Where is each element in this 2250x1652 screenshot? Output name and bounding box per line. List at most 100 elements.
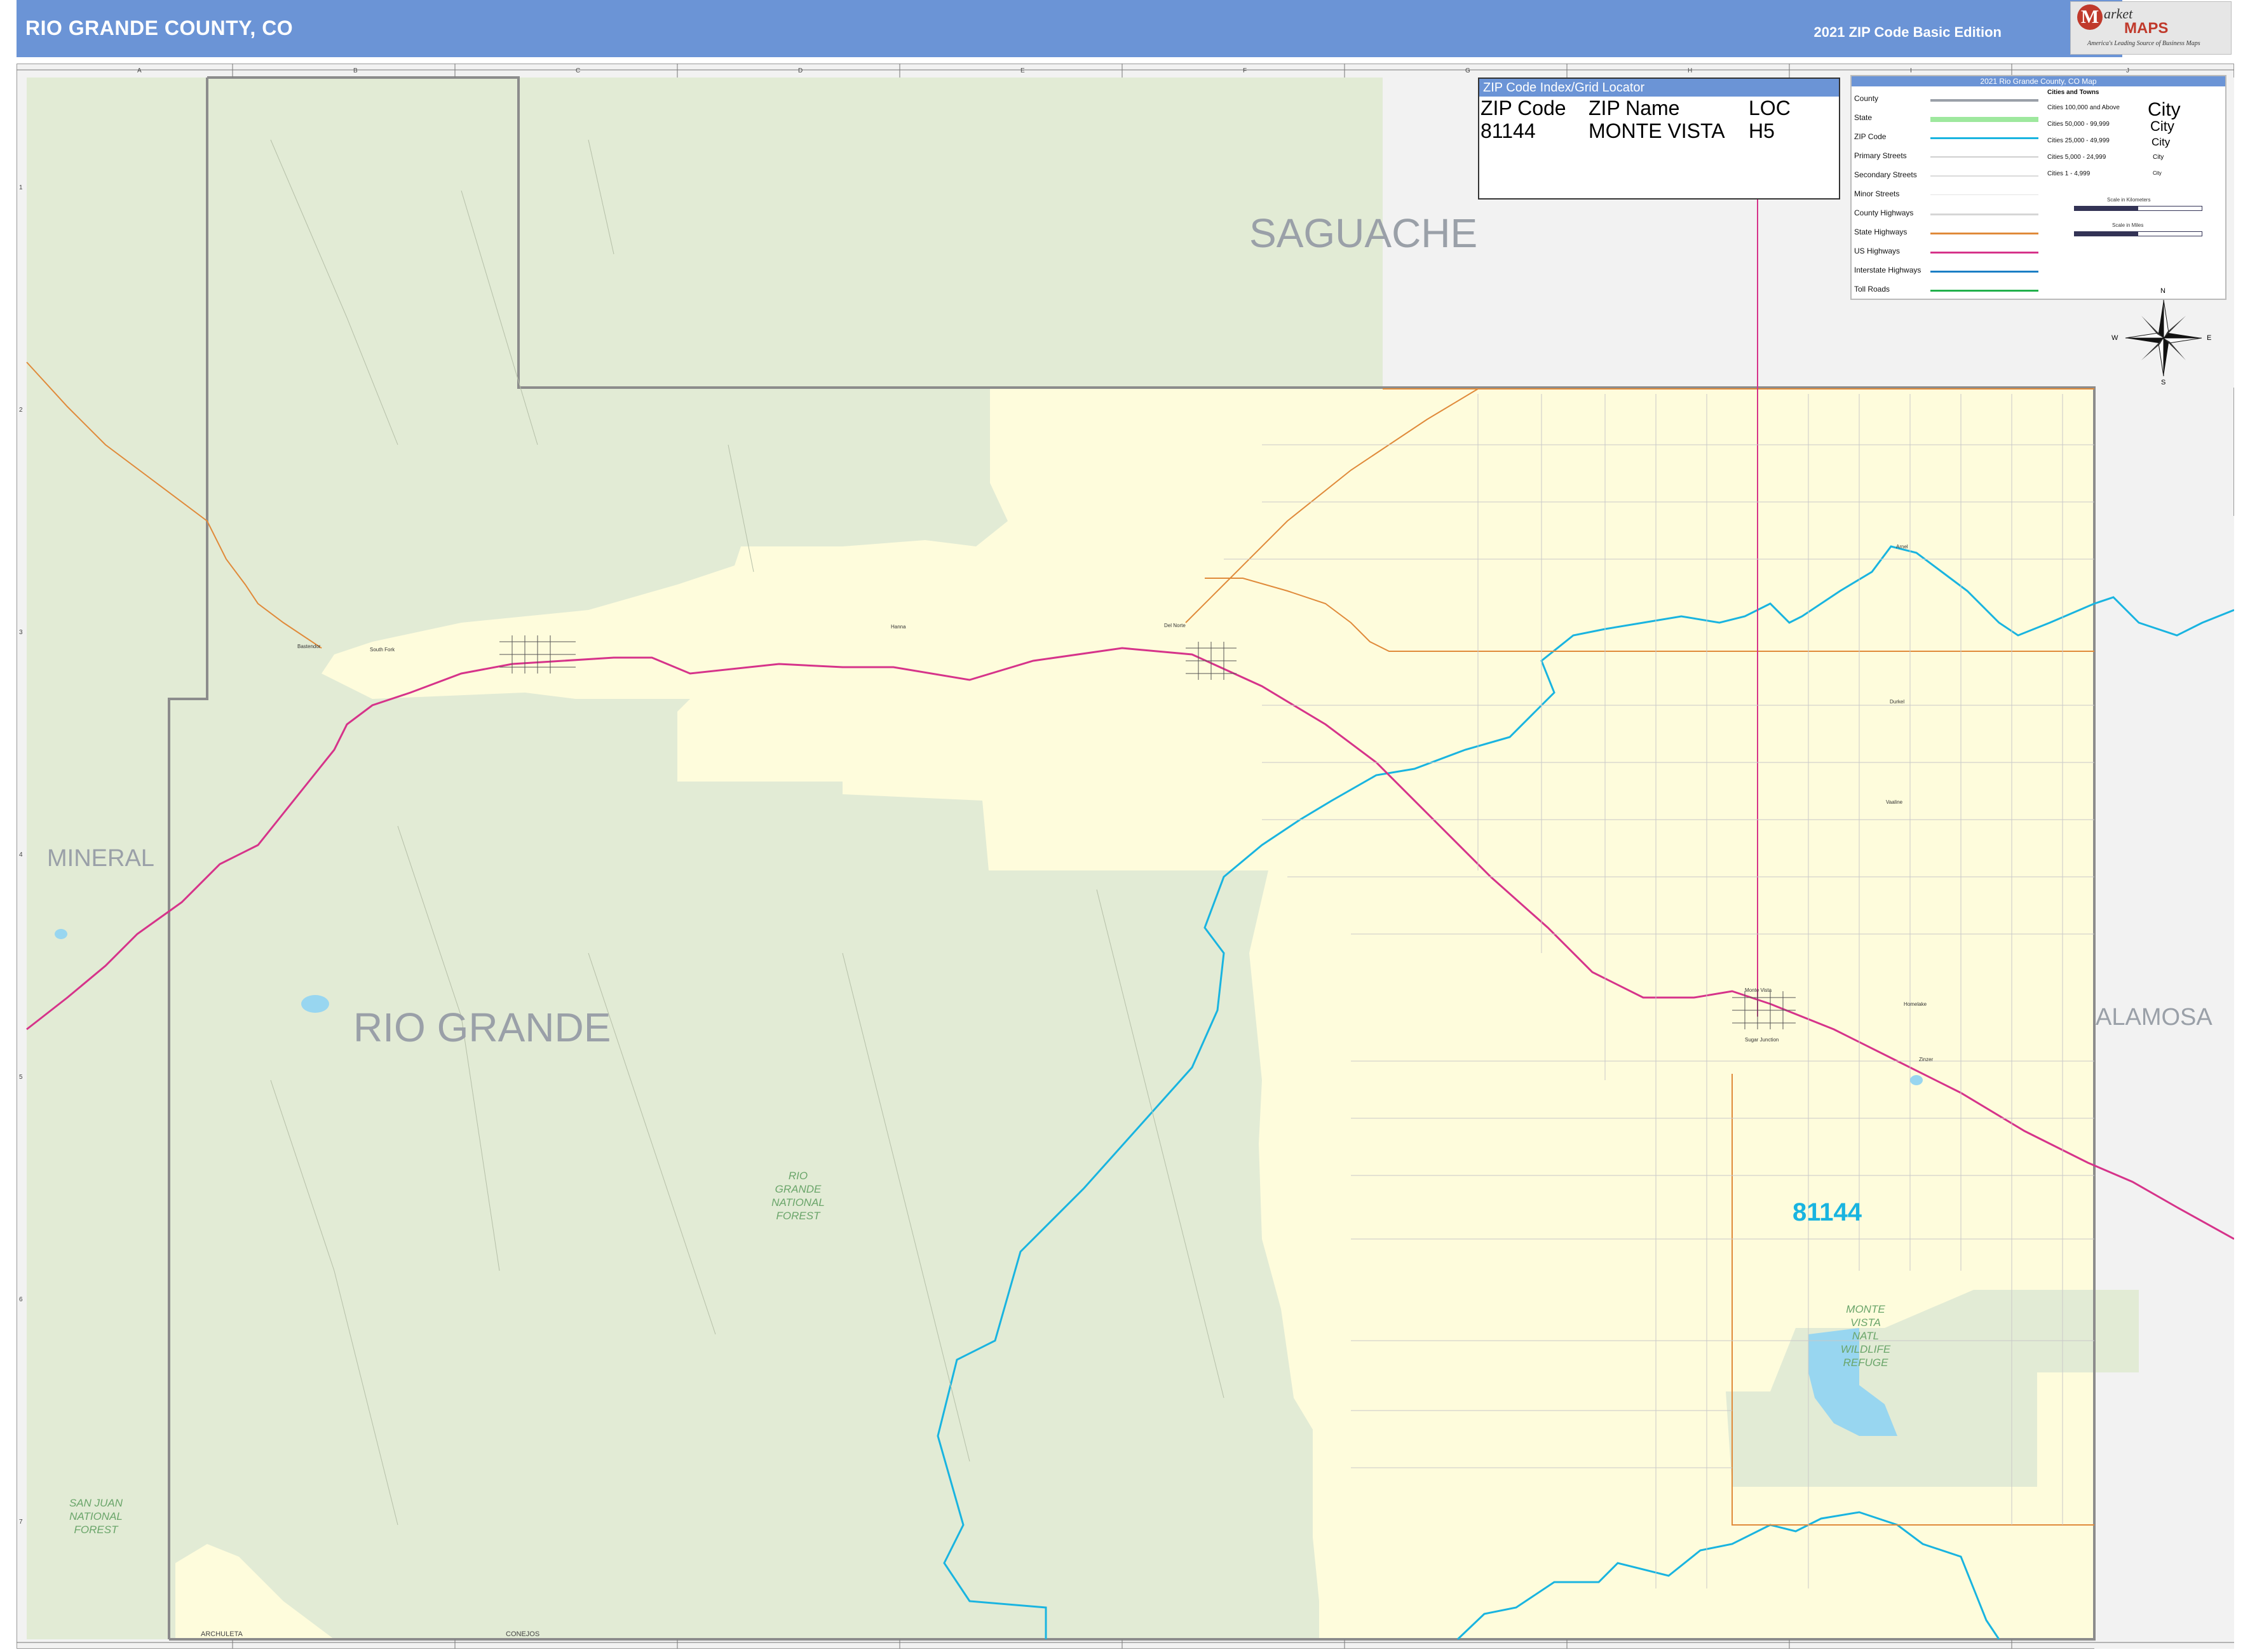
header-bar: RIO GRANDE COUNTY, CO 2021 ZIP Code Basi…	[17, 0, 2122, 57]
place-south-fork[interactable]: South Fork	[370, 647, 395, 653]
legend-city-1: Cities 1 - 4,999	[2047, 170, 2091, 177]
place-zinzer[interactable]: Zinzer	[1919, 1057, 1933, 1062]
compass-s: S	[2161, 379, 2166, 386]
legend-toll: Toll Roads	[1854, 285, 1890, 294]
label-wildlife-refuge: MONTE VISTA NATL WILDLIFE REFUGE	[1840, 1303, 1891, 1369]
county-label-saguache: SAGUACHE	[1249, 210, 1478, 256]
legend-interstate-line	[1930, 271, 2038, 273]
compass-e: E	[2207, 334, 2212, 342]
legend-city-sample-4: City	[2153, 154, 2164, 161]
place-monte-vista[interactable]: Monte Vista	[1745, 987, 1772, 993]
grid-col-b: B	[353, 67, 358, 74]
grid-row-3: 3	[19, 629, 23, 636]
legend-primary: Primary Streets	[1854, 151, 1907, 160]
place-durkel[interactable]: Durkel	[1890, 699, 1904, 705]
legend-scale-km-bar	[2074, 206, 2202, 211]
legend-scale-mi-bar	[2074, 231, 2202, 236]
legend-city-sample-5: City	[2153, 170, 2162, 176]
legend-state: State	[1854, 113, 1873, 122]
label-san-juan-national-forest: SAN JUAN NATIONAL FOREST	[69, 1497, 123, 1536]
legend-state-line	[1930, 117, 2038, 122]
zip-index-row-zip[interactable]: 81144	[1481, 119, 1536, 143]
legend-secondary: Secondary Streets	[1854, 170, 1917, 179]
zip-label-81144[interactable]: 81144	[1793, 1198, 1862, 1227]
legend-county-hwy: County Highways	[1854, 208, 1914, 217]
county-label-rio-grande: RIO GRANDE	[353, 1005, 611, 1050]
legend-city-25k: Cities 25,000 - 49,999	[2047, 137, 2110, 144]
label-rio-grande-national-forest: RIO GRANDE NATIONAL FOREST	[771, 1170, 825, 1222]
grid-col-g: G	[1465, 67, 1470, 74]
legend-city-sample-2: City	[2150, 118, 2174, 134]
place-vaaline[interactable]: Vaaline	[1886, 799, 1902, 805]
grid-row-1: 1	[19, 184, 23, 191]
legend-minor-line	[1930, 194, 2038, 195]
place-bastendor[interactable]: Bastendor	[297, 644, 320, 649]
logo-maps: MAPS	[2124, 20, 2169, 37]
legend-state-hwy: State Highways	[1854, 227, 1908, 236]
county-label-archuleta: ARCHULETA	[201, 1630, 243, 1638]
legend-city-sample-3: City	[2152, 136, 2171, 148]
legend-interstate: Interstate Highways	[1854, 266, 1921, 274]
zip-index-header: ZIP Code Index/Grid Locator	[1479, 79, 1839, 97]
edition-label: 2021 ZIP Code Basic Edition	[1813, 24, 2002, 40]
legend-scale-km: Scale in Kilometers	[2107, 197, 2151, 203]
grid-row-2: 2	[19, 407, 23, 414]
legend-city-sample-1: City	[2148, 99, 2181, 120]
legend-county: County	[1854, 94, 1879, 103]
map-title: RIO GRANDE COUNTY, CO	[25, 17, 294, 39]
legend-secondary-line	[1930, 175, 2038, 177]
grid-col-c: C	[576, 67, 581, 74]
compass-rose: N S E W	[2111, 287, 2212, 386]
county-label-mineral: MINERAL	[47, 845, 154, 872]
zip-index-col-loc: LOC	[1749, 97, 1791, 119]
zip-index-row-loc[interactable]: H5	[1749, 119, 1775, 143]
logo-mark: M	[2077, 4, 2103, 30]
grid-col-e: E	[1020, 67, 1025, 74]
place-del-norte[interactable]: Del Norte	[1164, 623, 1186, 628]
place-homelake[interactable]: Homelake	[1904, 1001, 1927, 1007]
legend-minor: Minor Streets	[1854, 189, 1900, 198]
zip-index-row-name[interactable]: MONTE VISTA	[1589, 119, 1725, 143]
zip-code-index-panel: ZIP Code Index/Grid Locator ZIP Code ZIP…	[1478, 78, 1840, 200]
legend-county-hwy-line	[1930, 213, 2038, 215]
legend-cities-header: Cities and Towns	[2047, 89, 2099, 96]
grid-row-5: 5	[19, 1074, 23, 1081]
legend-city-100k: Cities 100,000 and Above	[2047, 104, 2120, 111]
zip-index-col-name: ZIP Name	[1589, 97, 1680, 119]
legend-zip-line	[1930, 137, 2038, 139]
map-legend: 2021 Rio Grande County, CO Map County St…	[1850, 75, 2226, 300]
map-canvas[interactable]: A B C D E F G H I J 1 2 3 4 5 6 7 SAGUAC…	[17, 64, 2234, 1649]
legend-city-50k: Cities 50,000 - 99,999	[2047, 121, 2110, 128]
grid-col-j: J	[2126, 67, 2129, 74]
place-arnel[interactable]: Arnel	[1896, 544, 1908, 550]
legend-us-hwy: US Highways	[1854, 247, 1901, 255]
grid-col-h: H	[1688, 67, 1693, 74]
legend-scale-mi: Scale in Miles	[2112, 222, 2144, 228]
grid-row-7: 7	[19, 1519, 23, 1526]
lake	[301, 995, 329, 1013]
county-label-conejos: CONEJOS	[506, 1630, 540, 1638]
zip-index-col-zip: ZIP Code	[1481, 97, 1566, 119]
place-hanna[interactable]: Hanna	[891, 624, 906, 630]
grid-row-6: 6	[19, 1296, 23, 1303]
legend-toll-line	[1930, 290, 2038, 292]
compass-w: W	[2111, 334, 2118, 342]
legend-zip: ZIP Code	[1854, 132, 1887, 141]
lake	[1910, 1075, 1923, 1085]
map-drawing	[17, 64, 2234, 1649]
legend-state-hwy-line	[1930, 233, 2038, 234]
compass-icon	[2125, 299, 2202, 377]
place-sugar-junction[interactable]: Sugar Junction	[1745, 1037, 1779, 1043]
logo-tagline: America's Leading Source of Business Map…	[2087, 40, 2200, 47]
grid-col-f: F	[1243, 67, 1247, 74]
market-maps-logo[interactable]: M arket MAPS America's Leading Source of…	[2070, 1, 2232, 55]
county-label-alamosa: ALAMOSA	[2096, 1004, 2213, 1031]
alamosa-area	[2094, 516, 2234, 1649]
grid-col-d: D	[798, 67, 803, 74]
legend-us-hwy-line	[1930, 252, 2038, 254]
lake	[55, 929, 67, 939]
grid-col-i: I	[1910, 67, 1912, 74]
legend-primary-line	[1930, 156, 2038, 158]
grid-row-4: 4	[19, 851, 23, 858]
legend-header: 2021 Rio Grande County, CO Map	[1852, 76, 2225, 86]
